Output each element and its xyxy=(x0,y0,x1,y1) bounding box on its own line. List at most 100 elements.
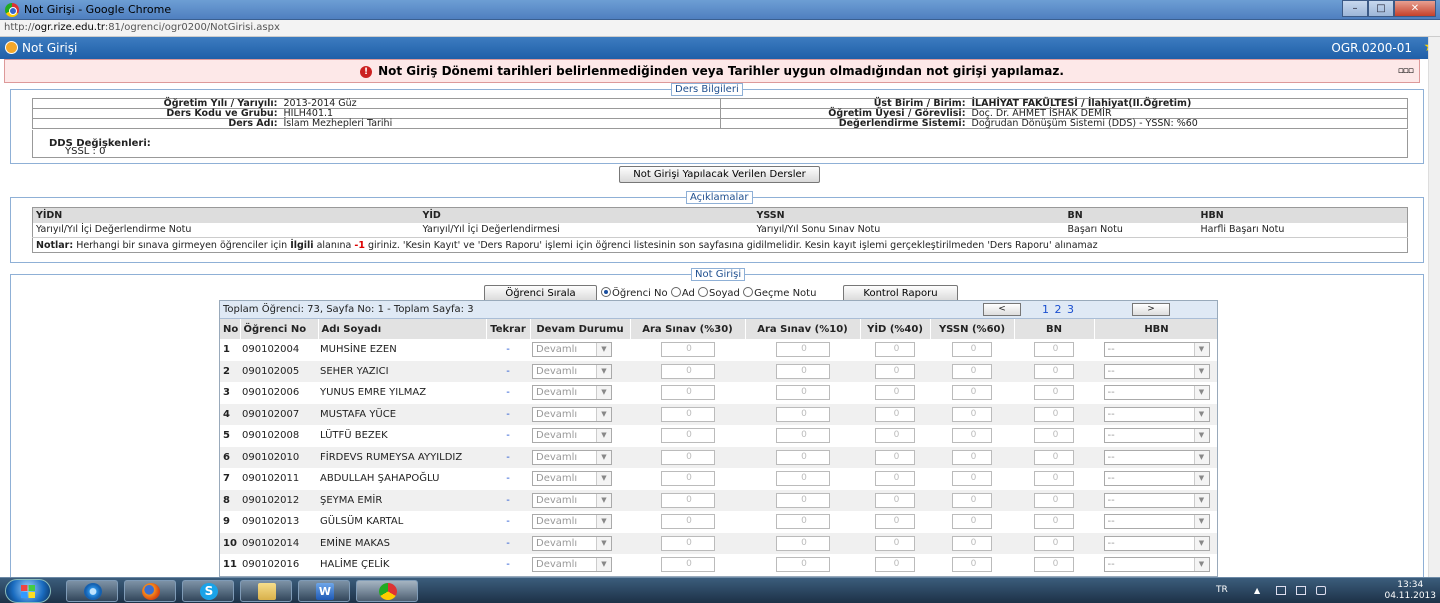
volume-icon[interactable] xyxy=(1316,586,1326,595)
taskbar-word[interactable]: W xyxy=(298,580,350,602)
hbn-select[interactable]: -- ▼ xyxy=(1103,342,1210,358)
ara-sinav-30-input[interactable]: 0 xyxy=(660,449,715,465)
radio-ad-circle[interactable] xyxy=(670,287,681,297)
yssn-input[interactable]: 0 xyxy=(952,342,992,358)
yssn-input[interactable]: 0 xyxy=(952,385,992,401)
radio-soyad-circle[interactable] xyxy=(698,287,709,297)
ara-sinav-10-input[interactable]: 0 xyxy=(775,385,830,401)
bn-input[interactable]: 0 xyxy=(1034,342,1074,358)
ara-sinav-30-input[interactable]: 0 xyxy=(660,492,715,508)
verilen-dersler-button[interactable]: Not Girişi Yapılacak Verilen Dersler xyxy=(619,166,820,183)
devam-durumu-select[interactable]: Devamlı ▼ xyxy=(532,492,612,508)
bn-input[interactable]: 0 xyxy=(1034,428,1074,444)
hbn-select[interactable]: -- ▼ xyxy=(1103,449,1210,465)
bn-input[interactable]: 0 xyxy=(1034,406,1074,422)
maximize-button[interactable]: □ xyxy=(1368,0,1394,17)
yssn-input[interactable]: 0 xyxy=(952,449,992,465)
minimize-button[interactable]: – xyxy=(1342,0,1368,17)
yid-input[interactable]: 0 xyxy=(875,514,915,530)
ara-sinav-10-input[interactable]: 0 xyxy=(775,449,830,465)
hbn-select[interactable]: -- ▼ xyxy=(1103,471,1210,487)
ara-sinav-30-input[interactable]: 0 xyxy=(660,535,715,551)
yid-input[interactable]: 0 xyxy=(875,428,915,444)
ara-sinav-10-input[interactable]: 0 xyxy=(775,492,830,508)
ara-sinav-30-input[interactable]: 0 xyxy=(660,557,715,573)
ara-sinav-10-input[interactable]: 0 xyxy=(775,342,830,358)
hbn-select[interactable]: -- ▼ xyxy=(1103,492,1210,508)
bn-input[interactable]: 0 xyxy=(1034,363,1074,379)
ara-sinav-10-input[interactable]: 0 xyxy=(775,428,830,444)
radio-gecme-notu[interactable]: Geçme Notu xyxy=(743,287,816,299)
yid-input[interactable]: 0 xyxy=(875,471,915,487)
devam-durumu-select[interactable]: Devamlı ▼ xyxy=(532,557,612,573)
bn-input[interactable]: 0 xyxy=(1034,535,1074,551)
yid-input[interactable]: 0 xyxy=(875,449,915,465)
ara-sinav-30-input[interactable]: 0 xyxy=(660,342,715,358)
start-button[interactable] xyxy=(5,579,51,603)
yssn-input[interactable]: 0 xyxy=(952,514,992,530)
ara-sinav-30-input[interactable]: 0 xyxy=(660,514,715,530)
yid-input[interactable]: 0 xyxy=(875,385,915,401)
taskbar-internet-explorer[interactable] xyxy=(66,580,118,602)
hbn-select[interactable]: -- ▼ xyxy=(1103,363,1210,379)
ara-sinav-10-input[interactable]: 0 xyxy=(775,406,830,422)
devam-durumu-select[interactable]: Devamlı ▼ xyxy=(532,385,612,401)
action-center-icon[interactable] xyxy=(1276,586,1286,595)
yid-input[interactable]: 0 xyxy=(875,363,915,379)
taskbar-explorer[interactable] xyxy=(240,580,292,602)
bn-input[interactable]: 0 xyxy=(1034,557,1074,573)
devam-durumu-select[interactable]: Devamlı ▼ xyxy=(532,406,612,422)
ara-sinav-10-input[interactable]: 0 xyxy=(775,535,830,551)
devam-durumu-select[interactable]: Devamlı ▼ xyxy=(532,471,612,487)
url-text[interactable]: http://ogr.rize.edu.tr:81/ogrenci/ogr020… xyxy=(4,22,280,33)
ara-sinav-30-input[interactable]: 0 xyxy=(660,385,715,401)
ara-sinav-30-input[interactable]: 0 xyxy=(660,406,715,422)
yssn-input[interactable]: 0 xyxy=(952,406,992,422)
yid-input[interactable]: 0 xyxy=(875,406,915,422)
bn-input[interactable]: 0 xyxy=(1034,492,1074,508)
menu-dots-icon[interactable]: ▫▫▫ xyxy=(1398,60,1414,82)
taskbar-firefox[interactable] xyxy=(124,580,176,602)
ara-sinav-10-input[interactable]: 0 xyxy=(775,363,830,379)
yid-input[interactable]: 0 xyxy=(875,557,915,573)
radio-ogrenci-no-circle[interactable] xyxy=(601,287,611,297)
hbn-select[interactable]: -- ▼ xyxy=(1103,557,1210,573)
hbn-select[interactable]: -- ▼ xyxy=(1103,406,1210,422)
yssn-input[interactable]: 0 xyxy=(952,471,992,487)
close-button[interactable]: ✕ xyxy=(1394,0,1436,17)
devam-durumu-select[interactable]: Devamlı ▼ xyxy=(532,514,612,530)
devam-durumu-select[interactable]: Devamlı ▼ xyxy=(532,535,612,551)
yid-input[interactable]: 0 xyxy=(875,535,915,551)
ara-sinav-10-input[interactable]: 0 xyxy=(775,557,830,573)
devam-durumu-select[interactable]: Devamlı ▼ xyxy=(532,342,612,358)
devam-durumu-select[interactable]: Devamlı ▼ xyxy=(532,449,612,465)
yid-input[interactable]: 0 xyxy=(875,342,915,358)
yssn-input[interactable]: 0 xyxy=(952,535,992,551)
devam-durumu-select[interactable]: Devamlı ▼ xyxy=(532,363,612,379)
radio-gecme-notu-circle[interactable] xyxy=(743,287,754,297)
hbn-select[interactable]: -- ▼ xyxy=(1103,535,1210,551)
yssn-input[interactable]: 0 xyxy=(952,557,992,573)
page-scrollbar[interactable] xyxy=(1428,37,1440,577)
taskbar-skype[interactable]: S xyxy=(182,580,234,602)
network-icon[interactable] xyxy=(1296,586,1306,595)
show-hidden-icons[interactable]: ▲ xyxy=(1254,586,1264,595)
yid-input[interactable]: 0 xyxy=(875,492,915,508)
radio-soyad[interactable]: Soyad xyxy=(698,287,740,299)
page-links[interactable]: 1 2 3 xyxy=(1042,303,1075,316)
ara-sinav-10-input[interactable]: 0 xyxy=(775,471,830,487)
yssn-input[interactable]: 0 xyxy=(952,363,992,379)
clock[interactable]: 13:34 04.11.2013 xyxy=(1384,580,1436,602)
bn-input[interactable]: 0 xyxy=(1034,471,1074,487)
next-page-button[interactable]: > xyxy=(1132,303,1170,316)
radio-ad[interactable]: Ad xyxy=(670,287,695,299)
bn-input[interactable]: 0 xyxy=(1034,449,1074,465)
taskbar-chrome[interactable] xyxy=(356,580,418,602)
bn-input[interactable]: 0 xyxy=(1034,514,1074,530)
hbn-select[interactable]: -- ▼ xyxy=(1103,428,1210,444)
hbn-select[interactable]: -- ▼ xyxy=(1103,514,1210,530)
yssn-input[interactable]: 0 xyxy=(952,428,992,444)
ara-sinav-30-input[interactable]: 0 xyxy=(660,428,715,444)
devam-durumu-select[interactable]: Devamlı ▼ xyxy=(532,428,612,444)
address-bar[interactable]: http://ogr.rize.edu.tr:81/ogrenci/ogr020… xyxy=(0,20,1440,37)
